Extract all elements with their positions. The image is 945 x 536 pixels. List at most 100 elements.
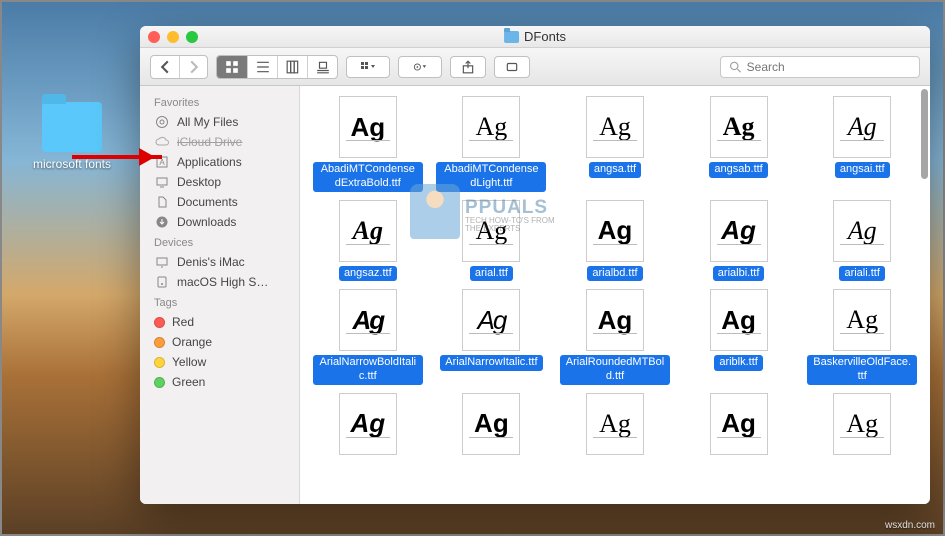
file-label: arialbd.ttf	[587, 266, 642, 282]
folder-icon	[504, 31, 519, 43]
file-label: angsaz.ttf	[339, 266, 397, 282]
tags-header: Tags	[140, 292, 299, 312]
file-item[interactable]: Agariali.ttf	[802, 200, 922, 282]
file-item[interactable]: Agarial.ttf	[432, 200, 552, 282]
file-thumbnail: Ag	[339, 289, 397, 351]
list-view-button[interactable]	[247, 56, 277, 78]
sidebar-label: Green	[172, 375, 205, 389]
file-label: ArialNarrowBoldItalic.ttf	[313, 355, 423, 385]
file-item[interactable]: Ag angsa.ttf	[555, 96, 675, 192]
annotation-arrow	[72, 155, 162, 159]
sidebar-label: All My Files	[177, 115, 238, 129]
file-item[interactable]: Agangsai.ttf	[802, 96, 922, 192]
file-label: BaskervilleOldFace.ttf	[807, 355, 917, 385]
sidebar-label: macOS High S…	[177, 275, 268, 289]
file-label: angsa.ttf	[589, 162, 641, 178]
credit-text: wsxdn.com	[885, 520, 935, 531]
traffic-lights	[148, 31, 198, 43]
sidebar-device-denis-s-imac[interactable]: Denis's iMac	[140, 252, 299, 272]
nav-group	[150, 55, 208, 79]
icon-view-button[interactable]	[217, 56, 247, 78]
share-button[interactable]	[450, 56, 486, 78]
devices-header: Devices	[140, 232, 299, 252]
file-item[interactable]: Agangsab.ttf	[679, 96, 799, 192]
file-item[interactable]: AgArialNarrowItalic.ttf	[432, 289, 552, 385]
file-item[interactable]: Ag	[432, 393, 552, 455]
sidebar: Favorites All My FilesiCloud DriveAAppli…	[140, 86, 300, 504]
search-field[interactable]	[720, 56, 920, 78]
finder-window: DFonts Favorites All My Files iCloud Driv…	[140, 26, 930, 504]
sidebar-label: Documents	[177, 195, 238, 209]
file-thumbnail: Ag	[586, 393, 644, 455]
file-item[interactable]: Ag	[555, 393, 675, 455]
file-item[interactable]: AgAbadiMTCondensedExtraBold.ttf	[308, 96, 428, 192]
file-label: arial.ttf	[470, 266, 513, 282]
desktop-folder[interactable]: microsoft fonts	[32, 102, 112, 171]
file-thumbnail: Ag	[710, 289, 768, 351]
file-grid-area[interactable]: AgAbadiMTCondensedExtraBold.ttfAgAbadiMT…	[300, 86, 930, 504]
sidebar-label: Applications	[177, 155, 242, 169]
sidebar-item-documents[interactable]: Documents	[140, 192, 299, 212]
minimize-button[interactable]	[167, 31, 179, 43]
file-thumbnail: Ag	[462, 393, 520, 455]
forward-button[interactable]	[179, 56, 207, 78]
file-item[interactable]: Ag	[308, 393, 428, 455]
file-item[interactable]: AgAbadiMTCondensedLight.ttf	[432, 96, 552, 192]
file-item[interactable]: Ag arialbi.ttf	[679, 200, 799, 282]
sidebar-tag-red[interactable]: Red	[140, 312, 299, 332]
sidebar-label: Red	[172, 315, 194, 329]
file-thumbnail: Ag	[833, 393, 891, 455]
arrange-button[interactable]	[346, 56, 390, 78]
sidebar-tag-green[interactable]: Green	[140, 372, 299, 392]
search-input[interactable]	[747, 60, 911, 74]
back-button[interactable]	[151, 56, 179, 78]
file-item[interactable]: Ag ariblk.ttf	[679, 289, 799, 385]
title-text: DFonts	[524, 29, 566, 44]
sidebar-label: Desktop	[177, 175, 221, 189]
file-thumbnail: Ag	[586, 96, 644, 158]
title-bar[interactable]: DFonts	[140, 26, 930, 48]
view-switcher	[216, 55, 338, 79]
file-thumbnail: Ag	[833, 289, 891, 351]
disk-icon	[154, 275, 170, 289]
column-view-button[interactable]	[277, 56, 307, 78]
tag-dot-icon	[154, 377, 165, 388]
sidebar-item-desktop[interactable]: Desktop	[140, 172, 299, 192]
sidebar-tag-orange[interactable]: Orange	[140, 332, 299, 352]
tags-button[interactable]	[494, 56, 530, 78]
file-thumbnail: Ag	[339, 96, 397, 158]
sidebar-item-all-my-files[interactable]: All My Files	[140, 112, 299, 132]
file-item[interactable]: Ag arialbd.ttf	[555, 200, 675, 282]
file-thumbnail: Ag	[462, 96, 520, 158]
file-thumbnail: Ag	[586, 200, 644, 262]
file-label: arialbi.ttf	[713, 266, 765, 282]
coverflow-view-button[interactable]	[307, 56, 337, 78]
close-button[interactable]	[148, 31, 160, 43]
file-item[interactable]: Ag ArialNarrowBoldItalic.ttf	[308, 289, 428, 385]
file-item[interactable]: Ag BaskervilleOldFace.ttf	[802, 289, 922, 385]
sidebar-tag-yellow[interactable]: Yellow	[140, 352, 299, 372]
desktop-folder-label: microsoft fonts	[32, 157, 112, 171]
desktop-icon	[154, 175, 170, 189]
scrollbar-thumb[interactable]	[921, 89, 928, 179]
file-item[interactable]: Ag	[679, 393, 799, 455]
toolbar	[140, 48, 930, 86]
sidebar-label: Yellow	[172, 355, 206, 369]
file-item[interactable]: AgArialRoundedMTBold.ttf	[555, 289, 675, 385]
file-thumbnail: Ag	[339, 200, 397, 262]
downloads-icon	[154, 215, 170, 229]
file-thumbnail: Ag	[710, 200, 768, 262]
action-button[interactable]	[398, 56, 442, 78]
sidebar-item-downloads[interactable]: Downloads	[140, 212, 299, 232]
file-label: ariblk.ttf	[714, 355, 763, 371]
sidebar-device-macos-high-s-[interactable]: macOS High S…	[140, 272, 299, 292]
sidebar-label: Denis's iMac	[177, 255, 245, 269]
file-item[interactable]: Ag	[802, 393, 922, 455]
sidebar-label: iCloud Drive	[177, 135, 242, 149]
file-label: angsai.ttf	[835, 162, 890, 178]
documents-icon	[154, 195, 170, 209]
file-thumbnail: Ag	[339, 393, 397, 455]
fullscreen-button[interactable]	[186, 31, 198, 43]
favorites-header: Favorites	[140, 92, 299, 112]
file-item[interactable]: Ag angsaz.ttf	[308, 200, 428, 282]
